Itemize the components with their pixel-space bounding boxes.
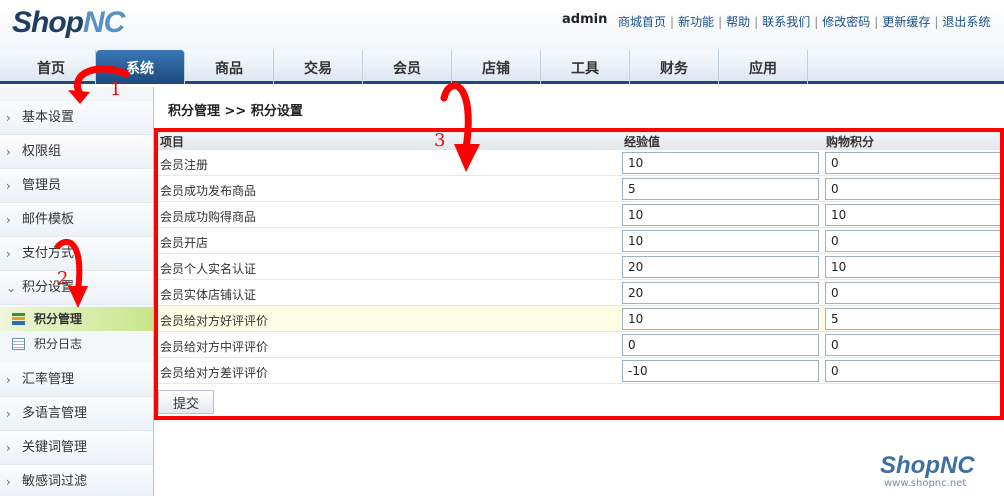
breadcrumb: 积分管理 >> 积分设置: [168, 104, 303, 119]
table-row: 会员给对方中评评价: [158, 332, 1004, 358]
table-row: 会员开店: [158, 228, 1004, 254]
points-input[interactable]: [825, 204, 1004, 226]
column-item: 项目: [160, 135, 185, 149]
exp-input[interactable]: [622, 256, 819, 278]
table-row: 会员成功发布商品: [158, 176, 1004, 202]
exp-input[interactable]: [622, 334, 819, 356]
link-contact[interactable]: 联系我们: [762, 15, 810, 29]
exp-input[interactable]: [622, 152, 819, 174]
table-row: 会员给对方差评评价: [158, 358, 1004, 384]
sidebar-item-exchange-rate[interactable]: › 汇率管理: [0, 363, 153, 397]
link-change-password[interactable]: 修改密码: [822, 15, 870, 29]
chevron-right-icon: ›: [6, 247, 11, 261]
table-header: 项目 经验值 购物积分: [158, 130, 1004, 150]
chevron-right-icon: ›: [6, 179, 11, 193]
tab-trade[interactable]: 交易: [274, 50, 363, 84]
chevron-right-icon: ›: [6, 145, 11, 159]
sidebar-item-points-settings[interactable]: ⌄ 积分设置: [0, 271, 153, 305]
annotation-number-2: 2: [57, 268, 69, 289]
sidebar-item-payment[interactable]: › 支付方式: [0, 237, 153, 271]
points-input[interactable]: [825, 178, 1004, 200]
sidebar: › 基本设置 › 权限组 › 管理员 › 邮件模板 › 支付方式 ⌄ 积分设置 积分管理 积…: [0, 87, 154, 496]
sidebar-item-mail-templates[interactable]: › 邮件模板: [0, 203, 153, 237]
chevron-right-icon: ›: [6, 213, 11, 227]
link-update-cache[interactable]: 更新缓存: [882, 15, 930, 29]
tab-home[interactable]: 首页: [7, 50, 96, 84]
header: ShopNC admin 商城首页 | 新功能 | 帮助 | 联系我们 | 修改密码 | 更新缓存 |…: [0, 0, 1004, 50]
shopnc-logo[interactable]: ShopNC: [12, 6, 125, 40]
points-input[interactable]: [825, 308, 1004, 330]
points-input[interactable]: [825, 152, 1004, 174]
tab-goods[interactable]: 商品: [185, 50, 274, 84]
column-points: 购物积分: [826, 135, 875, 149]
link-help[interactable]: 帮助: [726, 15, 750, 29]
sidebar-item-permission-group[interactable]: › 权限组: [0, 135, 153, 169]
chevron-right-icon: ›: [6, 407, 11, 421]
link-mall-home[interactable]: 商城首页: [618, 15, 666, 29]
exp-input[interactable]: [622, 204, 819, 226]
admin-name: admin: [562, 12, 608, 27]
sidebar-item-admins[interactable]: › 管理员: [0, 169, 153, 203]
chevron-down-icon: ⌄: [6, 281, 17, 295]
points-input[interactable]: [825, 230, 1004, 252]
tab-apps[interactable]: 应用: [719, 50, 808, 84]
points-input[interactable]: [825, 256, 1004, 278]
exp-input[interactable]: [622, 178, 819, 200]
chevron-right-icon: ›: [6, 441, 11, 455]
shopnc-watermark-url: www.shopnc.net: [884, 478, 967, 489]
column-exp: 经验值: [624, 135, 661, 149]
chevron-right-icon: ›: [6, 475, 11, 489]
link-new-features[interactable]: 新功能: [678, 15, 714, 29]
tab-tools[interactable]: 工具: [541, 50, 630, 84]
sidebar-item-basic-settings[interactable]: › 基本设置: [0, 101, 153, 135]
sidebar-sub-points-management[interactable]: 积分管理: [0, 307, 153, 331]
main-nav: 首页 系统 商品 交易 会员 店铺 工具 财务 应用: [0, 50, 1004, 84]
tab-store[interactable]: 店铺: [452, 50, 541, 84]
tab-finance[interactable]: 财务: [630, 50, 719, 84]
table-row: 会员实体店铺认证: [158, 280, 1004, 306]
tab-member[interactable]: 会员: [363, 50, 452, 84]
points-input[interactable]: [825, 282, 1004, 304]
table-row: 会员给对方好评评价: [158, 306, 1004, 332]
exp-input[interactable]: [622, 230, 819, 252]
sidebar-item-keywords[interactable]: › 关键词管理: [0, 431, 153, 465]
points-input[interactable]: [825, 360, 1004, 382]
points-input[interactable]: [825, 334, 1004, 356]
exp-input[interactable]: [622, 308, 819, 330]
document-icon: [12, 338, 25, 350]
annotation-number-1: 1: [110, 79, 122, 100]
exp-input[interactable]: [622, 360, 819, 382]
shopnc-watermark-logo: ShopNC: [880, 452, 975, 479]
chevron-right-icon: ›: [6, 373, 11, 387]
sidebar-item-languages[interactable]: › 多语言管理: [0, 397, 153, 431]
link-logout[interactable]: 退出系统: [942, 15, 990, 29]
table-row: 会员个人实名认证: [158, 254, 1004, 280]
exp-input[interactable]: [622, 282, 819, 304]
sidebar-sub-points-log[interactable]: 积分日志: [0, 332, 153, 356]
sidebar-item-sensitive-words[interactable]: › 敏感词过滤: [0, 465, 153, 496]
bars-icon: [12, 313, 25, 325]
table-row: 会员成功购得商品: [158, 202, 1004, 228]
annotation-number-3: 3: [434, 130, 446, 151]
table-row: 会员注册: [158, 150, 1004, 176]
submit-button[interactable]: 提交: [158, 390, 214, 414]
top-links: 商城首页 | 新功能 | 帮助 | 联系我们 | 修改密码 | 更新缓存 | 退出系统: [618, 15, 991, 29]
chevron-right-icon: ›: [6, 111, 11, 125]
